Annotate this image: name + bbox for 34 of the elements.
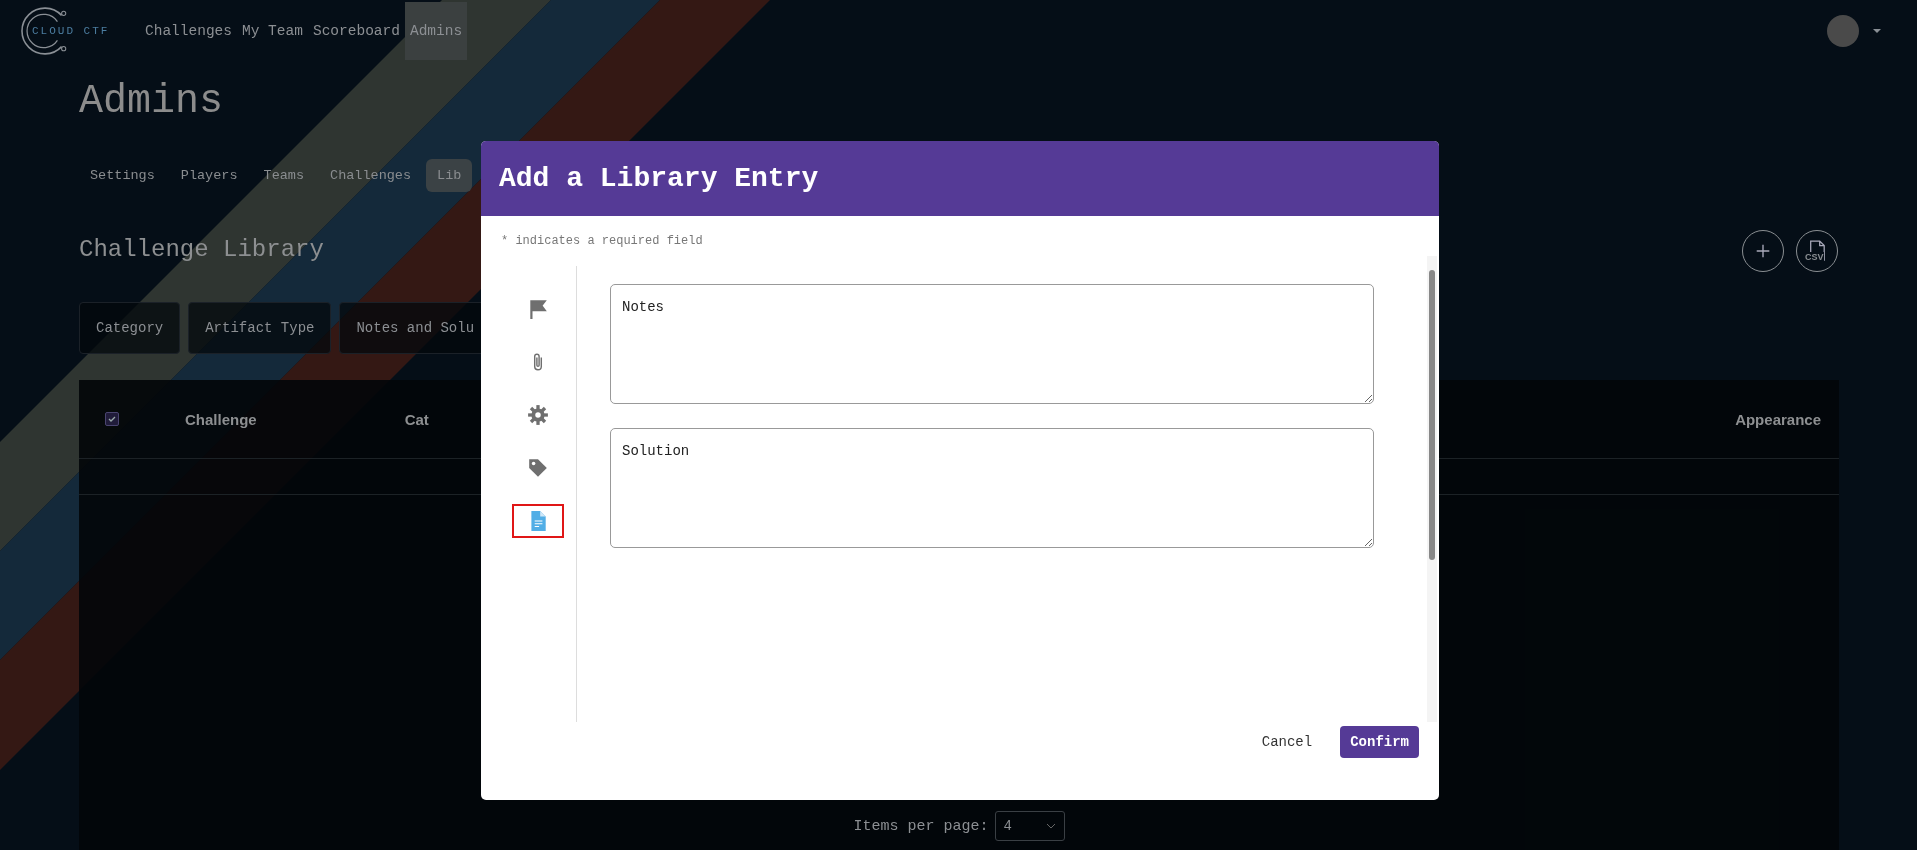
check-icon [107,414,117,424]
required-field-note: * indicates a required field [501,234,704,248]
plus-icon [1754,242,1772,260]
admin-tab[interactable]: Lib [426,159,473,192]
filter-chip[interactable]: Artifact Type [188,302,332,354]
chevron-down-icon [1045,823,1056,829]
text-area-field[interactable]: Notes [610,284,1374,404]
admin-tab[interactable]: Challenges [319,159,423,192]
select-all-checkbox[interactable] [105,412,119,426]
section-title: Challenge Library [79,235,324,263]
admin-tab[interactable]: Teams [252,159,316,192]
page-title: Admins [79,79,225,126]
nav-link[interactable]: Scoreboard [307,2,405,60]
items-per-page-select[interactable]: 4 [994,811,1065,841]
column-header: Appearance [1735,410,1821,428]
nav-link[interactable]: My Team [237,2,308,60]
caret-icon[interactable] [1873,28,1881,34]
nav-link[interactable]: Challenges [140,2,237,60]
column-header: Challenge [185,410,257,428]
cancel-button[interactable]: Cancel [1251,726,1323,758]
admin-tab[interactable]: Settings [79,159,166,192]
admin-tab[interactable]: Players [169,159,249,192]
flag-icon [527,298,549,320]
logo-text[interactable]: CLOUD CTF [32,25,110,37]
column-header: Cat [404,410,429,428]
dialog-title: Add a Library Entry [499,163,819,194]
filter-chip[interactable]: Category [79,302,181,354]
items-per-page-label: Items per page: [853,817,989,835]
scrollbar[interactable] [1427,256,1437,722]
confirm-button[interactable]: Confirm [1340,726,1419,758]
document-step-button[interactable] [512,504,564,538]
nav-link[interactable]: Admins [404,2,468,60]
text-area-field[interactable]: Solution [610,428,1374,548]
tag-icon [527,457,549,479]
